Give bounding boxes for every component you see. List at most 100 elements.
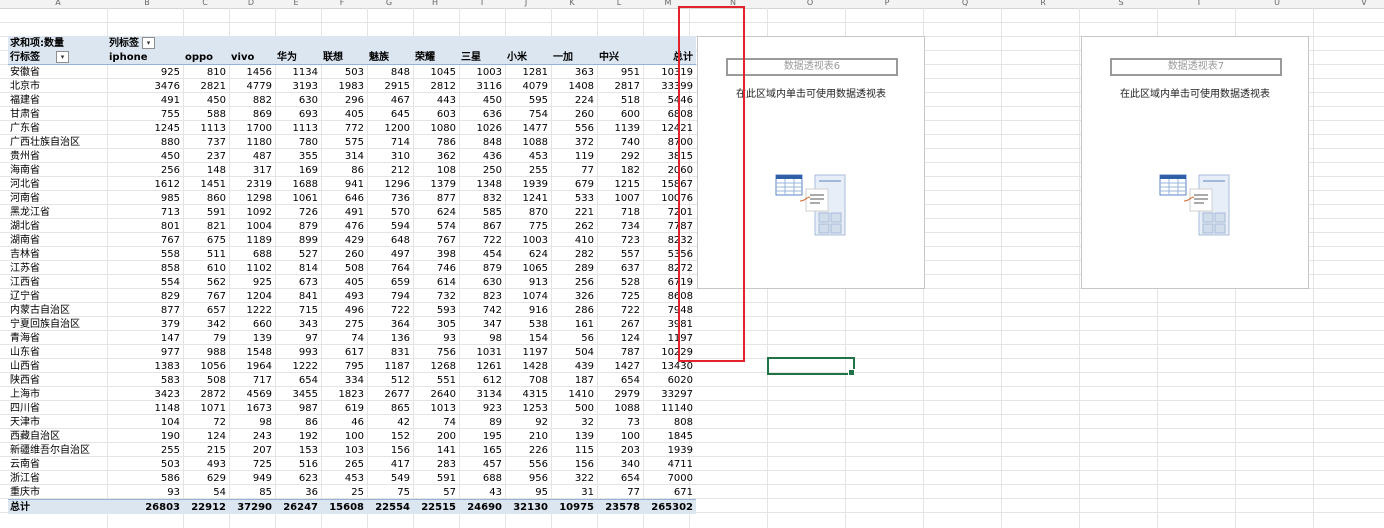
value-cell[interactable]: 443 <box>413 93 459 107</box>
province-label[interactable]: 陕西省 <box>8 373 107 387</box>
value-cell[interactable]: 648 <box>367 233 413 247</box>
province-label[interactable]: 海南省 <box>8 163 107 177</box>
brand-header[interactable]: 中兴 <box>597 50 643 65</box>
value-cell[interactable]: 841 <box>275 289 321 303</box>
value-cell[interactable]: 1071 <box>183 401 229 415</box>
value-cell[interactable]: 533 <box>551 191 597 205</box>
province-label[interactable]: 宁夏回族自治区 <box>8 317 107 331</box>
value-cell[interactable]: 3193 <box>275 79 321 93</box>
column-header[interactable]: O <box>802 0 818 8</box>
value-cell[interactable]: 612 <box>459 373 505 387</box>
value-cell[interactable]: 405 <box>321 107 367 121</box>
value-cell[interactable]: 717 <box>229 373 275 387</box>
value-cell[interactable]: 1003 <box>459 65 505 80</box>
province-label[interactable]: 广西壮族自治区 <box>8 135 107 149</box>
value-cell[interactable]: 267 <box>597 317 643 331</box>
value-cell[interactable]: 467 <box>367 93 413 107</box>
value-cell[interactable]: 756 <box>413 345 459 359</box>
value-cell[interactable]: 1074 <box>505 289 551 303</box>
value-cell[interactable]: 500 <box>551 401 597 415</box>
value-cell[interactable]: 528 <box>597 275 643 289</box>
value-cell[interactable]: 527 <box>275 247 321 261</box>
value-cell[interactable]: 1845 <box>643 429 696 443</box>
value-cell[interactable]: 767 <box>413 233 459 247</box>
value-cell[interactable]: 708 <box>505 373 551 387</box>
value-cell[interactable]: 671 <box>643 485 696 500</box>
value-cell[interactable]: 93 <box>413 331 459 345</box>
value-cell[interactable]: 1612 <box>107 177 183 191</box>
value-cell[interactable]: 237 <box>183 149 229 163</box>
value-cell[interactable]: 4711 <box>643 457 696 471</box>
pivot-placeholder-title[interactable]: 数据透视表7 <box>1110 58 1282 76</box>
value-cell[interactable]: 255 <box>107 443 183 457</box>
value-cell[interactable]: 86 <box>321 163 367 177</box>
value-cell[interactable]: 77 <box>597 485 643 500</box>
value-cell[interactable]: 860 <box>183 191 229 205</box>
value-cell[interactable]: 614 <box>413 275 459 289</box>
province-label[interactable]: 浙江省 <box>8 471 107 485</box>
value-cell[interactable]: 103 <box>321 443 367 457</box>
brand-header[interactable]: 联想 <box>321 50 367 65</box>
column-header[interactable]: Q <box>957 0 973 8</box>
value-cell[interactable]: 3476 <box>107 79 183 93</box>
value-cell[interactable]: 98 <box>229 415 275 429</box>
value-cell[interactable]: 549 <box>367 471 413 485</box>
total-cell[interactable]: 26803 <box>107 499 183 514</box>
column-header[interactable]: S <box>1113 0 1129 8</box>
value-cell[interactable]: 417 <box>367 457 413 471</box>
value-cell[interactable]: 538 <box>505 317 551 331</box>
value-cell[interactable]: 215 <box>183 443 229 457</box>
value-cell[interactable]: 286 <box>551 303 597 317</box>
value-cell[interactable]: 1189 <box>229 233 275 247</box>
total-cell[interactable]: 32130 <box>505 499 551 514</box>
brand-header[interactable]: 小米 <box>505 50 551 65</box>
value-cell[interactable]: 2677 <box>367 387 413 401</box>
column-header[interactable]: T <box>1191 0 1207 8</box>
value-cell[interactable]: 2319 <box>229 177 275 191</box>
value-cell[interactable]: 2915 <box>367 79 413 93</box>
value-cell[interactable]: 282 <box>551 247 597 261</box>
value-cell[interactable]: 772 <box>321 121 367 135</box>
value-cell[interactable]: 436 <box>459 149 505 163</box>
value-cell[interactable]: 93 <box>107 485 183 500</box>
value-cell[interactable]: 1013 <box>413 401 459 415</box>
value-cell[interactable]: 136 <box>367 331 413 345</box>
value-cell[interactable]: 780 <box>275 135 321 149</box>
value-cell[interactable]: 794 <box>367 289 413 303</box>
value-cell[interactable]: 583 <box>107 373 183 387</box>
value-cell[interactable]: 119 <box>551 149 597 163</box>
value-cell[interactable]: 1379 <box>413 177 459 191</box>
value-cell[interactable]: 823 <box>459 289 505 303</box>
value-cell[interactable]: 1148 <box>107 401 183 415</box>
value-cell[interactable]: 1031 <box>459 345 505 359</box>
province-label[interactable]: 甘肃省 <box>8 107 107 121</box>
value-cell[interactable]: 1187 <box>367 359 413 373</box>
value-cell[interactable]: 243 <box>229 429 275 443</box>
value-cell[interactable]: 200 <box>413 429 459 443</box>
value-cell[interactable]: 195 <box>459 429 505 443</box>
brand-header[interactable]: vivo <box>229 50 275 65</box>
value-cell[interactable]: 161 <box>551 317 597 331</box>
value-cell[interactable]: 595 <box>505 93 551 107</box>
value-cell[interactable]: 630 <box>275 93 321 107</box>
value-cell[interactable]: 1102 <box>229 261 275 275</box>
column-header[interactable]: M <box>660 0 676 8</box>
value-cell[interactable]: 810 <box>183 65 229 80</box>
value-cell[interactable]: 993 <box>275 345 321 359</box>
value-cell[interactable]: 2872 <box>183 387 229 401</box>
value-cell[interactable]: 487 <box>229 149 275 163</box>
value-cell[interactable]: 725 <box>229 457 275 471</box>
value-cell[interactable]: 1964 <box>229 359 275 373</box>
value-cell[interactable]: 1298 <box>229 191 275 205</box>
column-header[interactable]: U <box>1269 0 1285 8</box>
value-cell[interactable]: 737 <box>183 135 229 149</box>
value-cell[interactable]: 654 <box>597 471 643 485</box>
value-cell[interactable]: 1548 <box>229 345 275 359</box>
value-cell[interactable]: 1003 <box>505 233 551 247</box>
column-filter-dropdown-icon[interactable]: ▾ <box>142 36 155 49</box>
value-cell[interactable]: 334 <box>321 373 367 387</box>
value-cell[interactable]: 86 <box>275 415 321 429</box>
value-cell[interactable]: 364 <box>367 317 413 331</box>
value-cell[interactable]: 1080 <box>413 121 459 135</box>
value-cell[interactable]: 1253 <box>505 401 551 415</box>
